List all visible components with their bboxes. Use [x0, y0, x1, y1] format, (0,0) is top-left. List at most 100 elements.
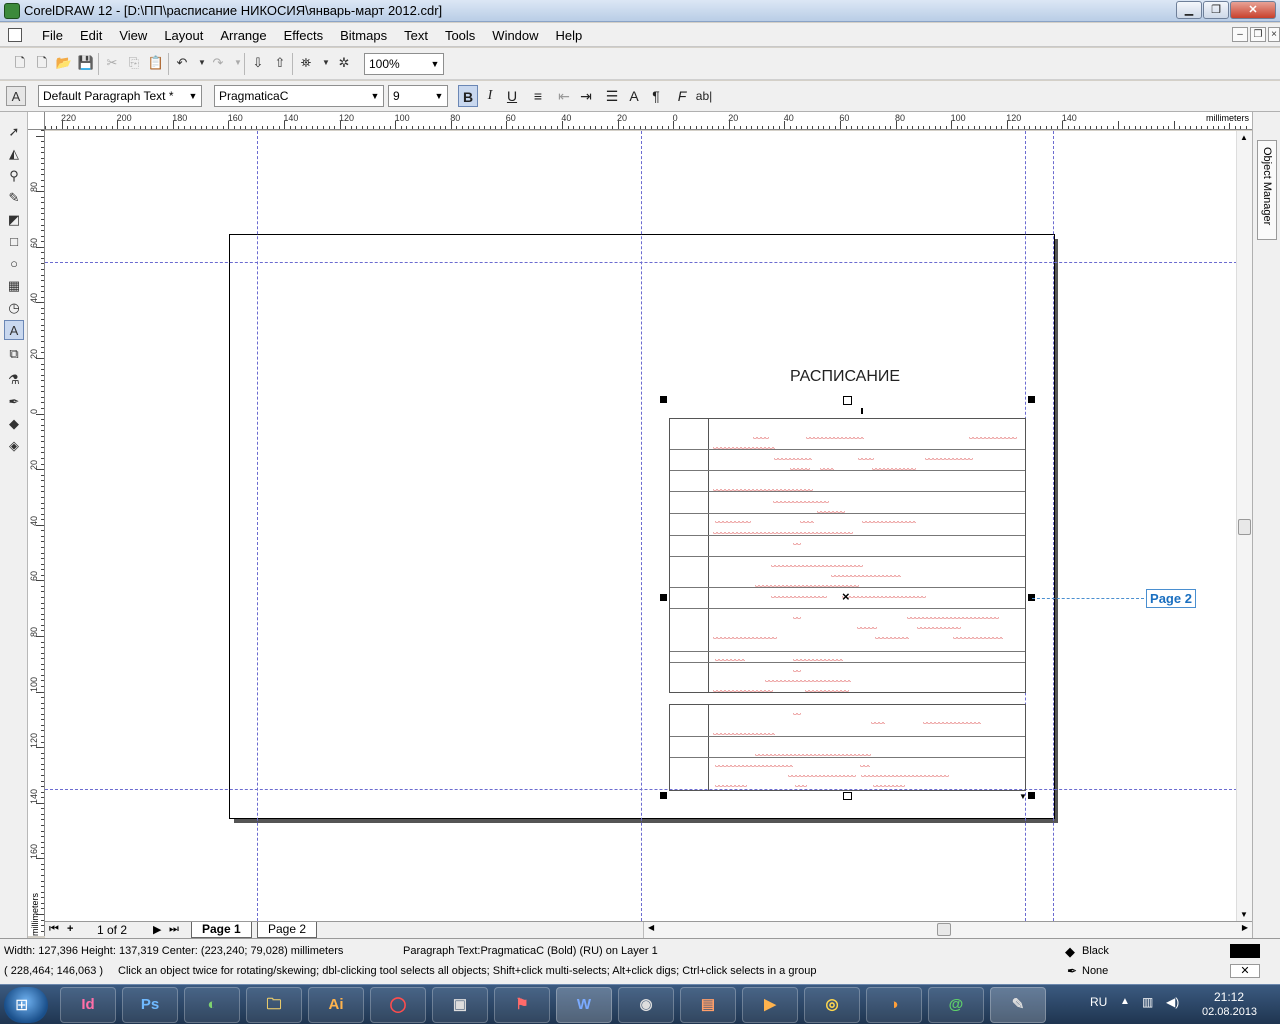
- add-page-icon[interactable]: +: [67, 923, 73, 935]
- menu-file[interactable]: File: [37, 27, 68, 44]
- menu-layout[interactable]: Layout: [159, 27, 208, 44]
- underline-button[interactable]: U: [502, 85, 522, 107]
- new-from-template-icon[interactable]: 🗋: [32, 53, 52, 73]
- increase-indent-icon[interactable]: ⇥: [576, 85, 596, 107]
- paste-icon[interactable]: 📋: [146, 53, 166, 73]
- menu-text[interactable]: Text: [399, 27, 433, 44]
- doc-minimize-button[interactable]: –: [1232, 27, 1248, 42]
- doc-close-button[interactable]: ×: [1268, 27, 1280, 42]
- character-format-icon[interactable]: F: [672, 85, 692, 107]
- taskbar-opera[interactable]: ◯: [370, 987, 426, 1023]
- network-icon[interactable]: ▥: [1142, 995, 1153, 1009]
- taskbar-firefox[interactable]: ◑: [866, 987, 922, 1023]
- guideline[interactable]: [45, 262, 1252, 263]
- scroll-left-icon[interactable]: ◀: [648, 923, 654, 932]
- font-family-select[interactable]: PragmaticaC ▼: [214, 85, 384, 107]
- taskbar-indesign[interactable]: Id: [60, 987, 116, 1023]
- guideline[interactable]: [641, 131, 642, 921]
- guideline[interactable]: [257, 131, 258, 921]
- import-icon[interactable]: ⇩: [248, 53, 268, 73]
- taskbar-acrobat[interactable]: ⚑: [494, 987, 550, 1023]
- taskbar-illustrator[interactable]: Ai: [308, 987, 364, 1023]
- vertical-scroll-thumb[interactable]: [1238, 519, 1251, 535]
- start-button[interactable]: ⊞: [4, 987, 48, 1023]
- rectangle-tool-icon[interactable]: □: [4, 232, 24, 252]
- scroll-right-icon[interactable]: ▶: [1242, 923, 1248, 932]
- ellipse-tool-icon[interactable]: ○: [4, 254, 24, 274]
- taskbar-word[interactable]: W: [556, 987, 612, 1023]
- freehand-tool-icon[interactable]: ✎: [4, 188, 24, 208]
- scroll-up-icon[interactable]: ▲: [1240, 133, 1248, 142]
- maximize-button[interactable]: ❐: [1203, 1, 1229, 19]
- fill-tool-icon[interactable]: ◆: [4, 414, 24, 434]
- taskbar-explorer[interactable]: 🗀: [246, 987, 302, 1023]
- pick-tool-icon[interactable]: ➚: [4, 122, 24, 142]
- horizontal-scrollbar[interactable]: ◀ ▶: [643, 922, 1252, 938]
- taskbar-media-player[interactable]: ▶: [742, 987, 798, 1023]
- close-button[interactable]: ✕: [1230, 1, 1276, 19]
- document-icon[interactable]: [8, 28, 22, 42]
- object-manager-tab[interactable]: Object Manager: [1257, 140, 1277, 240]
- drawing-canvas[interactable]: РАСПИСАНИЕ × ▼ Page 2: [45, 131, 1252, 921]
- drop-cap-icon[interactable]: A: [624, 85, 644, 107]
- taskbar-coreldraw[interactable]: ◐: [184, 987, 240, 1023]
- taskbar-coreldraw-active[interactable]: ✎: [990, 987, 1046, 1023]
- volume-icon[interactable]: ◀): [1166, 995, 1179, 1009]
- clock-time[interactable]: 21:12: [1214, 990, 1244, 1004]
- align-icon[interactable]: ≡: [528, 85, 548, 107]
- guideline[interactable]: [45, 789, 1252, 790]
- selection-handle[interactable]: [1028, 792, 1035, 799]
- paragraph-format-icon[interactable]: ¶: [646, 85, 666, 107]
- menu-window[interactable]: Window: [487, 27, 543, 44]
- taskbar-chrome[interactable]: ◎: [804, 987, 860, 1023]
- menu-bitmaps[interactable]: Bitmaps: [335, 27, 392, 44]
- tab-page-1[interactable]: Page 1: [191, 922, 252, 938]
- font-size-select[interactable]: 9 ▼: [388, 85, 448, 107]
- tray-expand-icon[interactable]: ▲: [1120, 996, 1130, 1007]
- horizontal-ruler[interactable]: 220 200 180 160 140 120 100 80 60 40 20 0 20 40 60 80 10…: [45, 112, 1252, 130]
- page-2-label[interactable]: Page 2: [1146, 589, 1196, 608]
- save-icon[interactable]: 💾: [76, 53, 96, 73]
- vertical-ruler[interactable]: 80 60 40 20 0 20 40 60 80 100 120 140 160: [28, 130, 45, 936]
- menu-view[interactable]: View: [114, 27, 152, 44]
- italic-button[interactable]: I: [480, 85, 500, 107]
- text-overflow-icon[interactable]: ▼: [1019, 792, 1027, 801]
- cut-icon[interactable]: ✂: [102, 53, 122, 73]
- horizontal-scroll-thumb[interactable]: [937, 923, 951, 936]
- outline-none-swatch[interactable]: ✕: [1230, 964, 1260, 978]
- zoom-level-select[interactable]: 100% ▼: [364, 53, 444, 75]
- zoom-tool-icon[interactable]: ⚲: [4, 166, 24, 186]
- redo-dropdown-icon[interactable]: ▼: [228, 53, 248, 73]
- application-launcher-icon[interactable]: ⛯: [296, 53, 316, 73]
- last-page-icon[interactable]: ⏭: [169, 923, 179, 936]
- vertical-scrollbar[interactable]: ▲ ▼: [1236, 131, 1252, 921]
- menu-help[interactable]: Help: [551, 27, 588, 44]
- center-point-icon[interactable]: ×: [842, 590, 850, 603]
- edit-text-button[interactable]: ab|: [694, 85, 714, 107]
- taskbar-photoshop[interactable]: Ps: [122, 987, 178, 1023]
- first-page-icon[interactable]: ⏮: [49, 923, 59, 936]
- decrease-indent-icon[interactable]: ⇤: [554, 85, 574, 107]
- export-icon[interactable]: ⇧: [270, 53, 290, 73]
- new-document-icon[interactable]: 🗋: [10, 53, 30, 73]
- basic-shapes-tool-icon[interactable]: ◷: [4, 298, 24, 318]
- menu-arrange[interactable]: Arrange: [215, 27, 271, 44]
- scroll-down-icon[interactable]: ▼: [1240, 910, 1248, 919]
- shape-tool-icon[interactable]: ◭: [4, 144, 24, 164]
- selection-handle[interactable]: [1028, 396, 1035, 403]
- taskbar-save-utility[interactable]: ▣: [432, 987, 488, 1023]
- clock-date[interactable]: 02.08.2013: [1202, 1006, 1257, 1018]
- launcher-dropdown-icon[interactable]: ▼: [316, 53, 336, 73]
- taskbar-app[interactable]: ▤: [680, 987, 736, 1023]
- redo-icon[interactable]: ↷: [208, 53, 228, 73]
- minimize-button[interactable]: ▁: [1176, 1, 1202, 19]
- taskbar-camera[interactable]: ◉: [618, 987, 674, 1023]
- smart-fill-tool-icon[interactable]: ◩: [4, 210, 24, 230]
- selection-handle[interactable]: [660, 792, 667, 799]
- ruler-origin[interactable]: [28, 112, 45, 130]
- graph-paper-tool-icon[interactable]: ▦: [4, 276, 24, 296]
- outline-tool-icon[interactable]: ✒: [4, 392, 24, 412]
- next-page-icon[interactable]: ▶: [153, 923, 161, 936]
- text-tool-icon[interactable]: A: [4, 320, 24, 340]
- interactive-blend-tool-icon[interactable]: ⧉: [4, 344, 24, 364]
